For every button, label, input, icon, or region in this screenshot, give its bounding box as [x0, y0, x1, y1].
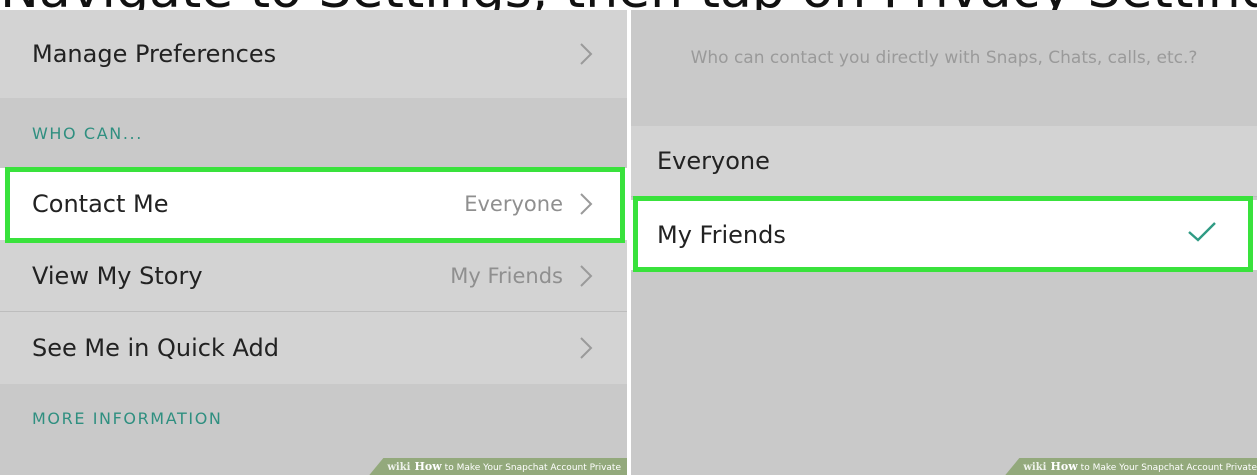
section-header-more-information: MORE INFORMATION — [32, 408, 223, 428]
chevron-right-icon — [577, 262, 595, 290]
contact-me-question: Who can contact you directly with Snaps,… — [690, 48, 1198, 68]
view-my-story-row[interactable]: View My Story My Friends — [0, 240, 627, 311]
section-header-who-can: WHO CAN... — [32, 123, 143, 143]
manage-preferences-label: Manage Preferences — [32, 40, 277, 68]
quick-add-label: See Me in Quick Add — [32, 334, 279, 362]
row-divider — [631, 196, 1257, 197]
contact-me-label: Contact Me — [32, 190, 169, 218]
chevron-right-icon — [577, 190, 595, 218]
view-my-story-label: View My Story — [32, 261, 203, 290]
contact-me-options-panel: Who can contact you directly with Snaps,… — [631, 10, 1257, 475]
wikihow-watermark: wiki How to Make Your Snapchat Account Pri… — [1005, 458, 1257, 475]
option-my-friends-label: My Friends — [657, 221, 786, 249]
contact-me-row[interactable]: Contact Me Everyone — [0, 168, 627, 240]
screenshot-stage: Navigate to Settings, then tap on Privac… — [0, 0, 1257, 475]
option-everyone-label: Everyone — [657, 147, 770, 175]
view-my-story-value: My Friends — [450, 263, 563, 288]
option-everyone[interactable]: Everyone — [631, 126, 1257, 196]
wikihow-watermark: wiki How to Make Your Snapchat Account Pri… — [369, 458, 627, 475]
checkmark-icon — [1187, 221, 1217, 249]
contact-me-value: Everyone — [464, 192, 563, 216]
privacy-settings-panel: Manage Preferences WHO CAN... Contact Me… — [0, 10, 627, 475]
chevron-right-icon — [577, 334, 595, 362]
quick-add-row[interactable]: See Me in Quick Add — [0, 312, 627, 384]
chevron-right-icon — [577, 40, 595, 68]
manage-preferences-row[interactable]: Manage Preferences — [0, 10, 627, 98]
option-my-friends[interactable]: My Friends — [631, 200, 1257, 270]
